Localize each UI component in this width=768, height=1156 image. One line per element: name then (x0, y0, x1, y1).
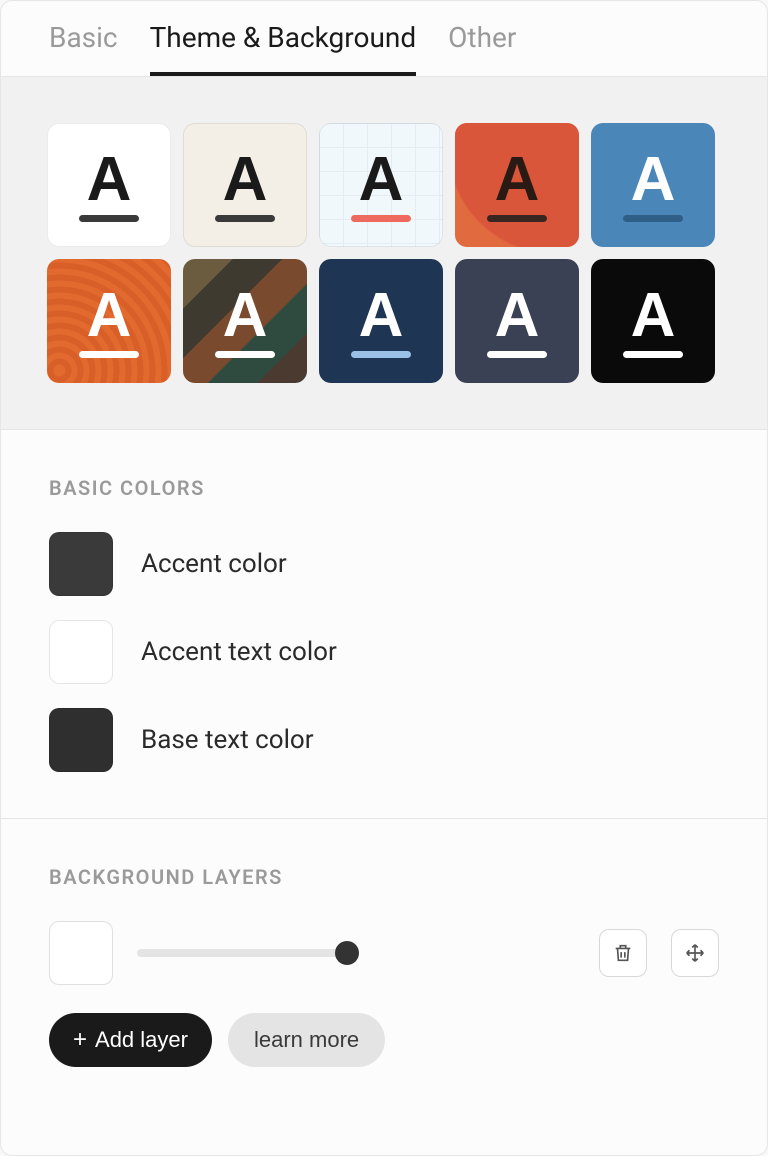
theme-glyph: A (223, 285, 268, 347)
color-row: Accent text color (49, 620, 719, 684)
add-layer-button[interactable]: + Add layer (49, 1013, 212, 1067)
delete-layer-button[interactable] (599, 929, 647, 977)
tab-bar: Basic Theme & Background Other (1, 1, 767, 77)
color-chip-0[interactable] (49, 532, 113, 596)
theme-swatch-5[interactable]: A (47, 259, 171, 383)
section-title-background-layers: BACKGROUND LAYERS (49, 865, 719, 889)
color-chip-2[interactable] (49, 708, 113, 772)
trash-icon (612, 942, 634, 964)
theme-glyph: A (495, 285, 540, 347)
theme-underline (623, 351, 683, 358)
color-row: Accent color (49, 532, 719, 596)
theme-underline (79, 215, 139, 222)
move-layer-button[interactable] (671, 929, 719, 977)
theme-swatch-3[interactable]: A (455, 123, 579, 247)
theme-underline (215, 351, 275, 358)
theme-grid: A A A A A A A A A A (47, 123, 721, 383)
theme-picker-section: A A A A A A A A A A (1, 77, 767, 430)
theme-glyph: A (631, 285, 676, 347)
tab-theme-background[interactable]: Theme & Background (150, 21, 417, 76)
settings-panel: Basic Theme & Background Other AAAAAAAAA… (0, 0, 768, 1156)
color-chip-1[interactable] (49, 620, 113, 684)
layer-row (49, 921, 719, 985)
theme-swatch-6[interactable]: A (183, 259, 307, 383)
theme-swatch-4[interactable]: A (591, 123, 715, 247)
tab-other[interactable]: Other (448, 21, 516, 76)
layer-opacity-slider[interactable] (137, 949, 575, 957)
theme-underline (351, 351, 411, 358)
move-icon (684, 942, 706, 964)
theme-underline (351, 215, 411, 222)
section-title-basic-colors: BASIC COLORS (49, 476, 719, 500)
theme-glyph: A (223, 149, 268, 211)
color-label: Base text color (141, 725, 314, 755)
theme-underline (79, 351, 139, 358)
color-label: Accent color (141, 549, 287, 579)
theme-glyph: A (631, 149, 676, 211)
theme-underline (487, 215, 547, 222)
color-row: Base text color (49, 708, 719, 772)
tab-basic[interactable]: Basic (49, 21, 118, 76)
theme-underline (215, 215, 275, 222)
background-layers-section: BACKGROUND LAYERS + Add layer learn more (1, 819, 767, 1113)
basic-colors-section: BASIC COLORS Accent color Accent text col… (1, 430, 767, 819)
theme-swatch-9[interactable]: A (591, 259, 715, 383)
theme-underline (487, 351, 547, 358)
theme-glyph: A (359, 285, 404, 347)
layer-actions: + Add layer learn more (49, 1013, 719, 1067)
theme-swatch-7[interactable]: A (319, 259, 443, 383)
add-layer-label: Add layer (95, 1027, 188, 1053)
theme-swatch-0[interactable]: A (47, 123, 171, 247)
theme-glyph: A (87, 285, 132, 347)
theme-glyph: A (495, 149, 540, 211)
theme-swatch-2[interactable]: A (319, 123, 443, 247)
theme-swatch-8[interactable]: A (455, 259, 579, 383)
color-label: Accent text color (141, 637, 337, 667)
theme-glyph: A (359, 149, 404, 211)
learn-more-button[interactable]: learn more (228, 1013, 385, 1067)
theme-underline (623, 215, 683, 222)
layer-color-chip[interactable] (49, 921, 113, 985)
plus-icon: + (73, 1028, 87, 1052)
theme-swatch-1[interactable]: A (183, 123, 307, 247)
theme-glyph: A (87, 149, 132, 211)
